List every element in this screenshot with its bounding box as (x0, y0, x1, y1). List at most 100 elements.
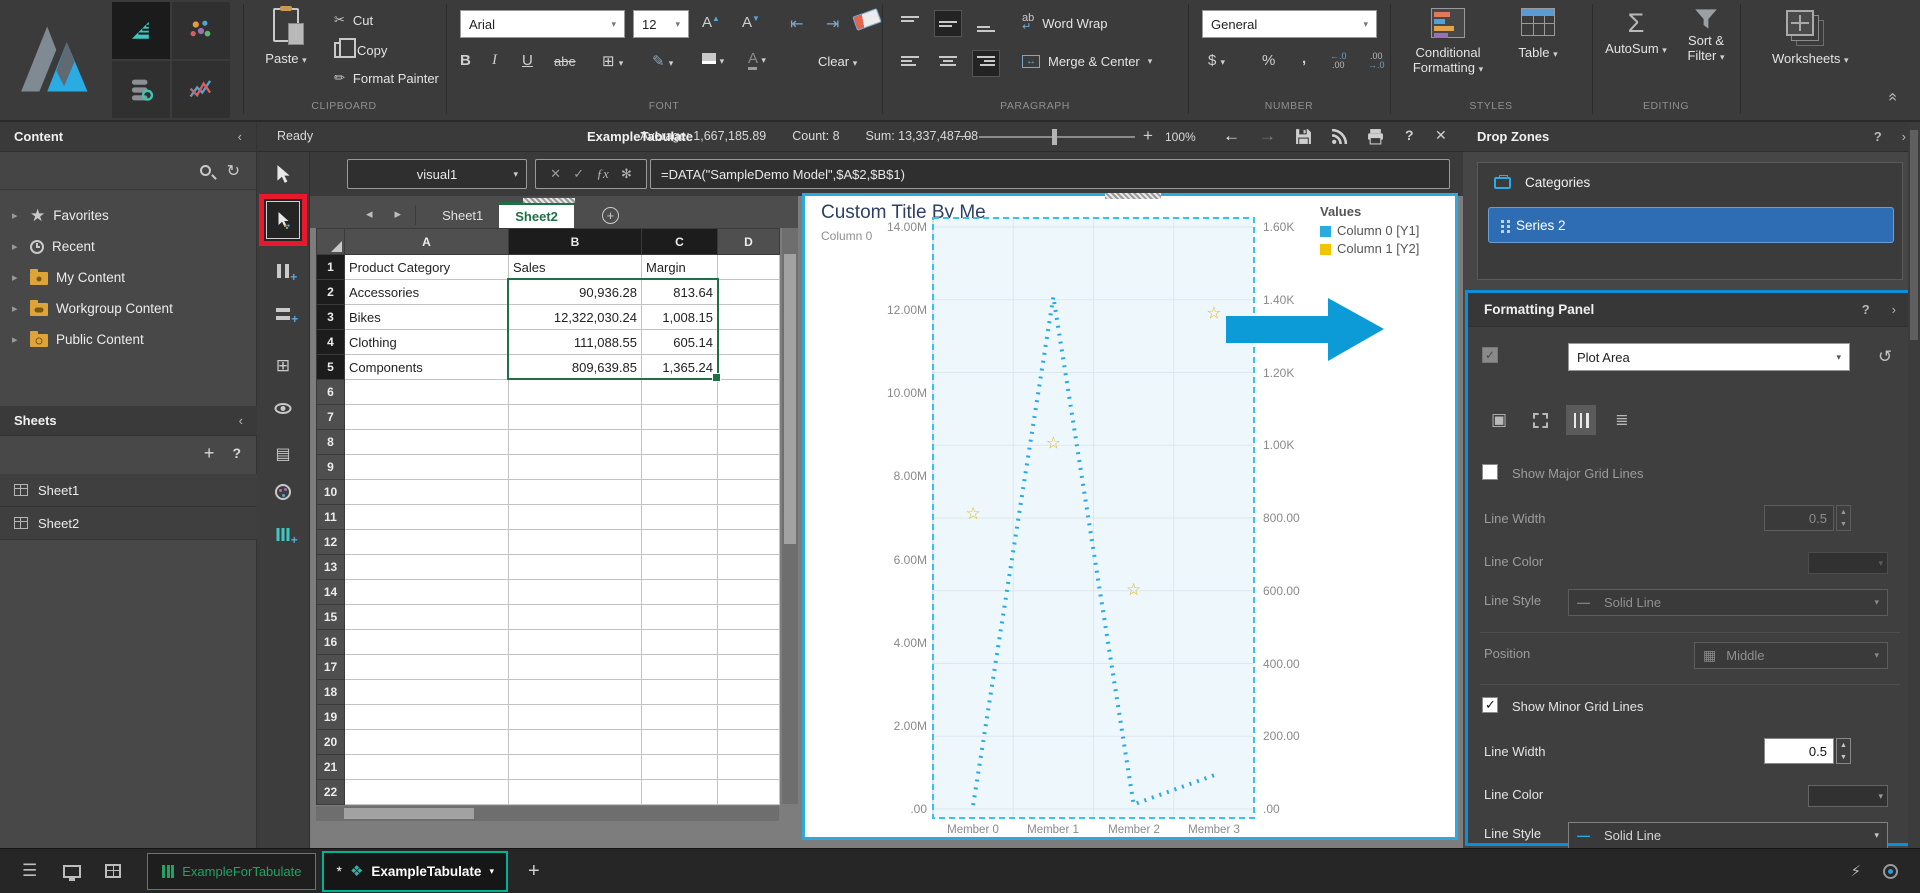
row-header-4[interactable]: 4 (317, 330, 345, 355)
menu-icon[interactable]: ☰ (22, 861, 37, 881)
align-middle-button[interactable] (934, 10, 962, 37)
select-tool-button[interactable] (275, 164, 292, 187)
column-header-C[interactable]: C (642, 229, 718, 255)
font-color-button[interactable]: A ▾ (748, 50, 766, 67)
column-header-A[interactable]: A (345, 229, 509, 255)
cell-D18[interactable] (718, 680, 780, 705)
cell-A16[interactable] (345, 630, 509, 655)
ai-formula-icon[interactable]: ✻ (621, 166, 632, 182)
cell-C20[interactable] (642, 730, 718, 755)
cell-D16[interactable] (718, 630, 780, 655)
theme-button[interactable] (275, 484, 291, 503)
row-header-1[interactable]: 1 (317, 255, 345, 280)
tab-border[interactable] (1525, 405, 1555, 435)
cell-D8[interactable] (718, 430, 780, 455)
add-sheet-icon[interactable]: + (204, 443, 215, 464)
cell-D13[interactable] (718, 555, 780, 580)
zoom-slider-handle[interactable] (1052, 129, 1057, 145)
decrease-font-button[interactable]: A▼ (742, 14, 760, 31)
cell-D11[interactable] (718, 505, 780, 530)
cell-A14[interactable] (345, 580, 509, 605)
cell-C3[interactable]: 1,008.15 (642, 305, 718, 330)
row-header-21[interactable]: 21 (317, 755, 345, 780)
cell-A12[interactable] (345, 530, 509, 555)
print-button[interactable] (1367, 128, 1384, 148)
data-tools-module-button[interactable] (112, 61, 170, 118)
cell-C18[interactable] (642, 680, 718, 705)
cell-D1[interactable] (718, 255, 780, 280)
zoom-slider[interactable] (979, 136, 1135, 138)
content-item[interactable]: ▸★ Favorites (0, 200, 256, 231)
row-header-11[interactable]: 11 (317, 505, 345, 530)
format-target-select[interactable]: Plot Area▾ (1568, 343, 1850, 371)
draw-border-button[interactable]: ✎ ▾ (652, 52, 673, 70)
cell-D7[interactable] (718, 405, 780, 430)
cell-A3[interactable]: Bikes (345, 305, 509, 330)
help-icon[interactable]: ? (1862, 302, 1870, 317)
confirm-formula-icon[interactable]: ✓ (573, 166, 584, 182)
cell-A20[interactable] (345, 730, 509, 755)
cell-B17[interactable] (509, 655, 642, 680)
increase-indent-icon[interactable]: ⇥ (826, 14, 839, 34)
cell-A8[interactable] (345, 430, 509, 455)
cell-D15[interactable] (718, 605, 780, 630)
cell-C1[interactable]: Margin (642, 255, 718, 280)
scrollbar-thumb[interactable] (1910, 130, 1918, 340)
sheets-help-icon[interactable]: ? (232, 445, 241, 461)
select-visual-tool-button[interactable] (266, 201, 300, 239)
design-module-button[interactable] (112, 2, 170, 59)
cell-C2[interactable]: 813.64 (642, 280, 718, 305)
row-header-15[interactable]: 15 (317, 605, 345, 630)
percent-button[interactable]: % (1262, 52, 1275, 69)
panel-scrollbar[interactable] (1908, 122, 1920, 848)
expand-panel-icon[interactable]: › (1892, 302, 1896, 317)
cell-D14[interactable] (718, 580, 780, 605)
row-header-20[interactable]: 20 (317, 730, 345, 755)
cell-A22[interactable] (345, 780, 509, 805)
insert-columns-button[interactable]: + (277, 264, 289, 281)
row-header-5[interactable]: 5 (317, 355, 345, 380)
cell-A4[interactable]: Clothing (345, 330, 509, 355)
worksheets-button[interactable]: Worksheets ▾ (1772, 10, 1882, 66)
expand-arrow-icon[interactable]: ▸ (12, 271, 22, 284)
next-sheet-icon[interactable]: ▸ (395, 206, 402, 222)
cell-C15[interactable] (642, 605, 718, 630)
cell-B3[interactable]: 12,322,030.24 (509, 305, 642, 330)
cell-D5[interactable] (718, 355, 780, 380)
select-all-corner[interactable] (317, 229, 345, 255)
cell-D10[interactable] (718, 480, 780, 505)
currency-button[interactable]: $ ▾ (1208, 52, 1225, 69)
merge-cells-button[interactable]: ⊞ (276, 356, 290, 376)
expand-arrow-icon[interactable]: ▸ (12, 209, 22, 222)
horizontal-scrollbar[interactable] (316, 806, 779, 821)
major-line-width-stepper[interactable]: ▲▼ (1836, 505, 1851, 531)
cell-B6[interactable] (509, 380, 642, 405)
legend-entry[interactable]: Column 1 [Y2] (1320, 240, 1419, 258)
undo-button[interactable]: ← (1223, 126, 1240, 146)
preview-button[interactable] (275, 402, 292, 417)
row-header-19[interactable]: 19 (317, 705, 345, 730)
row-header-16[interactable]: 16 (317, 630, 345, 655)
row-header-2[interactable]: 2 (317, 280, 345, 305)
collapse-ribbon-button[interactable]: « (1883, 93, 1901, 102)
cell-A7[interactable] (345, 405, 509, 430)
search-icon[interactable] (200, 165, 211, 176)
row-header-9[interactable]: 9 (317, 455, 345, 480)
edit-grid-icon[interactable] (105, 864, 121, 878)
font-family-select[interactable]: Arial▾ (460, 10, 625, 38)
legend-entry[interactable]: Column 0 [Y1] (1320, 222, 1419, 240)
cell-A18[interactable] (345, 680, 509, 705)
increase-font-button[interactable]: A▲ (702, 14, 720, 31)
sheets-list-item[interactable]: Sheet1 (0, 474, 257, 507)
vertical-scrollbar[interactable] (782, 228, 798, 804)
cell-C7[interactable] (642, 405, 718, 430)
align-bottom-button[interactable] (972, 10, 1000, 37)
cell-A6[interactable] (345, 380, 509, 405)
copy-button[interactable]: Copy (334, 42, 387, 58)
cell-B20[interactable] (509, 730, 642, 755)
number-format-select[interactable]: General▾ (1202, 10, 1377, 38)
expand-arrow-icon[interactable]: ▸ (12, 240, 22, 253)
cell-B19[interactable] (509, 705, 642, 730)
cell-B14[interactable] (509, 580, 642, 605)
close-button[interactable]: ✕ (1435, 127, 1447, 144)
